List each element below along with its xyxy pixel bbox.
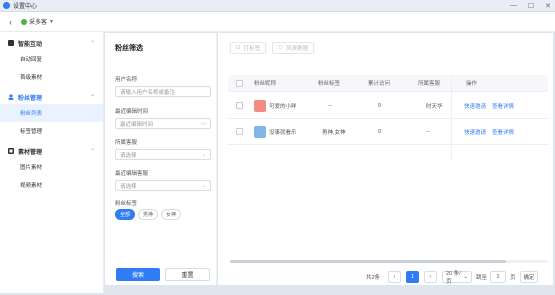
- edit-agent-label: 最近编辑客服: [115, 171, 149, 177]
- chevron-down-icon[interactable]: ▼: [49, 19, 54, 25]
- next-page-button[interactable]: ›: [424, 271, 437, 283]
- chevron-up-icon: ⌃: [89, 148, 95, 155]
- chevron-down-icon: ⌄: [463, 274, 468, 280]
- col-agent: 所属客服: [418, 81, 441, 87]
- fan-visits: 0: [378, 102, 382, 109]
- sidebar-item-videos[interactable]: 视频素材: [0, 176, 103, 194]
- fan-tags: 男神,女神: [322, 129, 346, 136]
- username-label: 用户名称: [115, 77, 138, 83]
- agent-label: 所属客服: [115, 140, 138, 146]
- page-size-value: 20 条/页: [446, 271, 461, 285]
- col-actions: 操作: [466, 81, 478, 87]
- edit-agent-placeholder: 请选择: [120, 183, 137, 190]
- username-placeholder: 请输入用户名称或备注: [120, 89, 176, 96]
- horizontal-scrollbar-thumb[interactable]: [230, 260, 506, 263]
- jump-page-input[interactable]: 1: [490, 271, 506, 283]
- select-all-checkbox[interactable]: [236, 79, 243, 87]
- tag-button-label: 打标签: [243, 46, 261, 52]
- table-row: 可爱的小咩 -- 0 时天华 快速邀请 查看详情: [228, 93, 548, 119]
- quick-invite-link[interactable]: 快速邀请: [464, 128, 486, 136]
- row-checkbox[interactable]: [236, 102, 243, 109]
- close-button[interactable]: ✕: [545, 2, 551, 10]
- back-arrow-icon[interactable]: ‹: [9, 17, 12, 27]
- chevron-up-icon: ⌃: [89, 40, 95, 47]
- tag-chip-male[interactable]: 男神: [138, 209, 159, 220]
- quick-invite-link[interactable]: 快速邀请: [464, 102, 486, 110]
- page-number[interactable]: 1: [406, 271, 419, 283]
- account-name[interactable]: 采多客: [29, 17, 47, 26]
- avatar: [254, 99, 266, 112]
- prev-page-button[interactable]: ‹: [388, 271, 401, 283]
- fan-agent: 时天华: [426, 103, 443, 110]
- col-visits: 累计访问: [368, 81, 391, 87]
- fan-nickname: 可爱的小咩: [269, 103, 297, 110]
- view-details-link[interactable]: 查看详情: [492, 128, 514, 136]
- window-title: 设置中心: [13, 4, 38, 10]
- edit-time-label: 最近编辑时间: [115, 109, 149, 115]
- fan-tags: --: [328, 102, 332, 109]
- chevron-down-icon: ⌄: [201, 182, 206, 189]
- avatar: [254, 125, 266, 138]
- tag-button[interactable]: ⊡ 打标签: [230, 42, 267, 54]
- jump-label: 跳至: [476, 275, 488, 281]
- filter-panel: 粉丝筛选 用户名称 请输入用户名称或备注 最近编辑时间 最近编辑时间 ▭ 所属客…: [105, 33, 217, 285]
- sidebar-item-material[interactable]: 首级素材: [0, 68, 103, 86]
- fan-agent: --: [426, 128, 430, 135]
- edit-time-picker[interactable]: 最近编辑时间 ▭: [115, 118, 211, 129]
- chevron-up-icon: ⌃: [89, 94, 95, 101]
- sidebar-group-label: 素材管理: [18, 149, 43, 156]
- edit-time-placeholder: 最近编辑时间: [120, 121, 154, 128]
- interaction-icon: [8, 40, 14, 46]
- sidebar: 智能互动 ⌃ 自动回复 首级素材 粉丝管理 ⌃ 粉丝列表 标签管理 素材管理 ⌃…: [0, 32, 104, 293]
- tag-chip-female[interactable]: 女神: [161, 209, 182, 220]
- search-button[interactable]: 搜索: [116, 268, 160, 281]
- remove-button-label: 风清数据: [285, 46, 308, 52]
- sidebar-group-assets[interactable]: 素材管理 ⌃: [0, 144, 103, 158]
- jump-confirm-button[interactable]: 确定: [520, 271, 538, 283]
- fans-icon: [8, 94, 14, 100]
- sidebar-group-label: 粉丝管理: [18, 95, 43, 102]
- sidebar-group-fans[interactable]: 粉丝管理 ⌃: [0, 90, 103, 104]
- chevron-left-icon: ‹: [393, 274, 396, 280]
- sidebar-group-interaction[interactable]: 智能互动 ⌃: [0, 36, 103, 50]
- row-checkbox[interactable]: [236, 128, 243, 135]
- reset-button[interactable]: 重置: [165, 268, 210, 281]
- fan-nickname: 没事就看乐: [269, 129, 297, 136]
- sidebar-item-tag-manage[interactable]: 标签管理: [0, 122, 103, 140]
- agent-placeholder: 请选择: [120, 152, 137, 159]
- account-avatar-icon: [21, 18, 27, 25]
- edit-agent-select[interactable]: 请选择 ⌄: [115, 180, 211, 191]
- user-icon: ⚇: [278, 45, 283, 51]
- app-header: ‹ 采多客 ▼: [0, 12, 555, 32]
- tag-chip-all[interactable]: 全部: [115, 209, 136, 220]
- assets-icon: [8, 148, 14, 154]
- tag-icon: ⊡: [236, 45, 241, 51]
- page-suffix: 页: [510, 275, 516, 281]
- sidebar-group-label: 智能互动: [18, 41, 43, 48]
- username-input[interactable]: 请输入用户名称或备注: [115, 86, 211, 97]
- app-icon: [3, 2, 10, 9]
- window-titlebar: 设置中心 — ☐ ✕: [0, 0, 555, 12]
- chevron-right-icon: ›: [429, 274, 432, 280]
- minimize-button[interactable]: —: [510, 2, 517, 10]
- fan-tags-label: 粉丝标签: [115, 201, 138, 207]
- sidebar-item-images[interactable]: 图片素材: [0, 158, 103, 176]
- page-size-select[interactable]: 20 条/页 ⌄: [442, 271, 472, 285]
- sidebar-item-fan-list[interactable]: 粉丝列表: [0, 104, 103, 122]
- view-details-link[interactable]: 查看详情: [492, 102, 514, 110]
- remove-data-button[interactable]: ⚇ 风清数据: [272, 42, 314, 54]
- total-count: 共2条: [366, 275, 381, 281]
- col-tags: 粉丝标签: [318, 81, 341, 87]
- fan-visits: 0: [378, 128, 382, 135]
- maximize-button[interactable]: ☐: [528, 2, 534, 10]
- table-row: 没事就看乐 男神,女神 0 -- 快速邀请 查看详情: [228, 119, 548, 145]
- calendar-icon: ▭: [201, 120, 206, 127]
- agent-select[interactable]: 请选择 ⌄: [115, 149, 211, 160]
- chevron-down-icon: ⌄: [201, 151, 206, 158]
- fan-table-panel: ⊡ 打标签 ⚇ 风清数据 粉丝昵称 粉丝标签 累计访问 所属客服 操作 可爱的小…: [218, 33, 553, 285]
- col-nickname: 粉丝昵称: [254, 81, 277, 87]
- sidebar-item-auto-reply[interactable]: 自动回复: [0, 50, 103, 68]
- table-header: 粉丝昵称 粉丝标签 累计访问 所属客服 操作: [228, 75, 548, 92]
- filter-title: 粉丝筛选: [115, 45, 143, 52]
